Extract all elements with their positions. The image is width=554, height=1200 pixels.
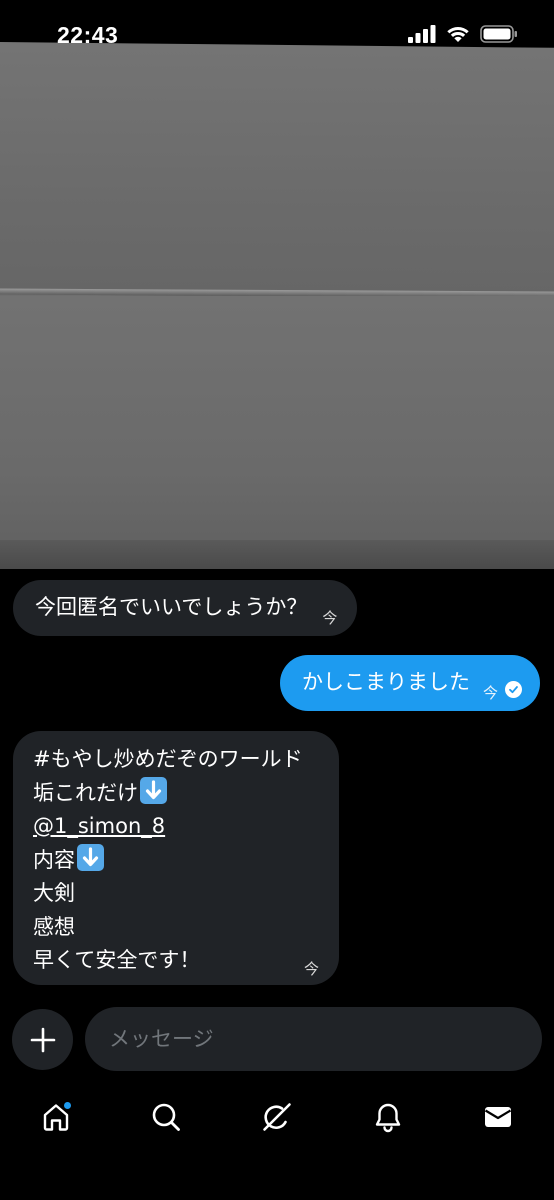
down-arrow-emoji-icon xyxy=(140,776,167,804)
search-icon xyxy=(152,1103,180,1131)
tab-notifications[interactable] xyxy=(366,1095,410,1139)
tab-messages[interactable] xyxy=(476,1095,520,1139)
message-line: 早くて安全です！ xyxy=(33,948,201,972)
photo-bottom-edge xyxy=(0,540,554,569)
message-input[interactable] xyxy=(85,1007,542,1071)
grok-icon xyxy=(263,1103,291,1131)
message-text: かしこまりました xyxy=(302,670,470,694)
message-line: 垢これだけ xyxy=(33,776,329,811)
notification-dot xyxy=(63,1101,72,1110)
battery-icon xyxy=(480,25,517,43)
message-line: 内容 xyxy=(33,843,329,878)
status-bar: 22:43 xyxy=(0,0,554,50)
attach-button[interactable] xyxy=(12,1009,73,1070)
message-text: 今回匿名でいいでしょうか？ xyxy=(35,595,308,619)
status-time: 22:43 xyxy=(57,22,119,48)
shared-photo[interactable] xyxy=(0,0,554,569)
tab-search[interactable] xyxy=(144,1095,188,1139)
wifi-icon xyxy=(447,27,469,42)
message-line: #もやし炒めだぞのワールド xyxy=(33,747,303,771)
message-line: 感想 xyxy=(33,914,75,939)
tab-grok[interactable] xyxy=(255,1095,299,1139)
down-arrow-emoji-icon xyxy=(77,843,104,871)
message-timestamp: 今 xyxy=(303,960,319,978)
signal-icon xyxy=(408,25,436,43)
message-line: 大剣 xyxy=(33,881,75,905)
photo-panel-lower xyxy=(0,296,554,546)
message-timestamp: 今 xyxy=(322,609,338,627)
bottom-tab-bar xyxy=(0,1085,554,1155)
envelope-icon xyxy=(484,1107,512,1127)
message-bubble-incoming[interactable]: #もやし炒めだぞのワールド 垢これだけ @1_simon_8 内容 大剣 感想 … xyxy=(13,731,339,985)
read-check-icon xyxy=(505,681,522,698)
tab-home[interactable] xyxy=(34,1095,78,1139)
message-bubble-incoming[interactable]: 今回匿名でいいでしょうか？ 今 xyxy=(13,580,358,636)
bell-icon xyxy=(375,1103,401,1133)
message-bubble-outgoing[interactable]: かしこまりました 今 xyxy=(280,655,540,711)
plus-icon xyxy=(30,1027,55,1052)
message-timestamp: 今 xyxy=(482,684,498,702)
mention-link[interactable]: @1_simon_8 xyxy=(33,810,329,844)
message-composer xyxy=(0,1005,554,1075)
photo-panel-upper xyxy=(0,42,554,300)
status-icons xyxy=(408,25,518,43)
